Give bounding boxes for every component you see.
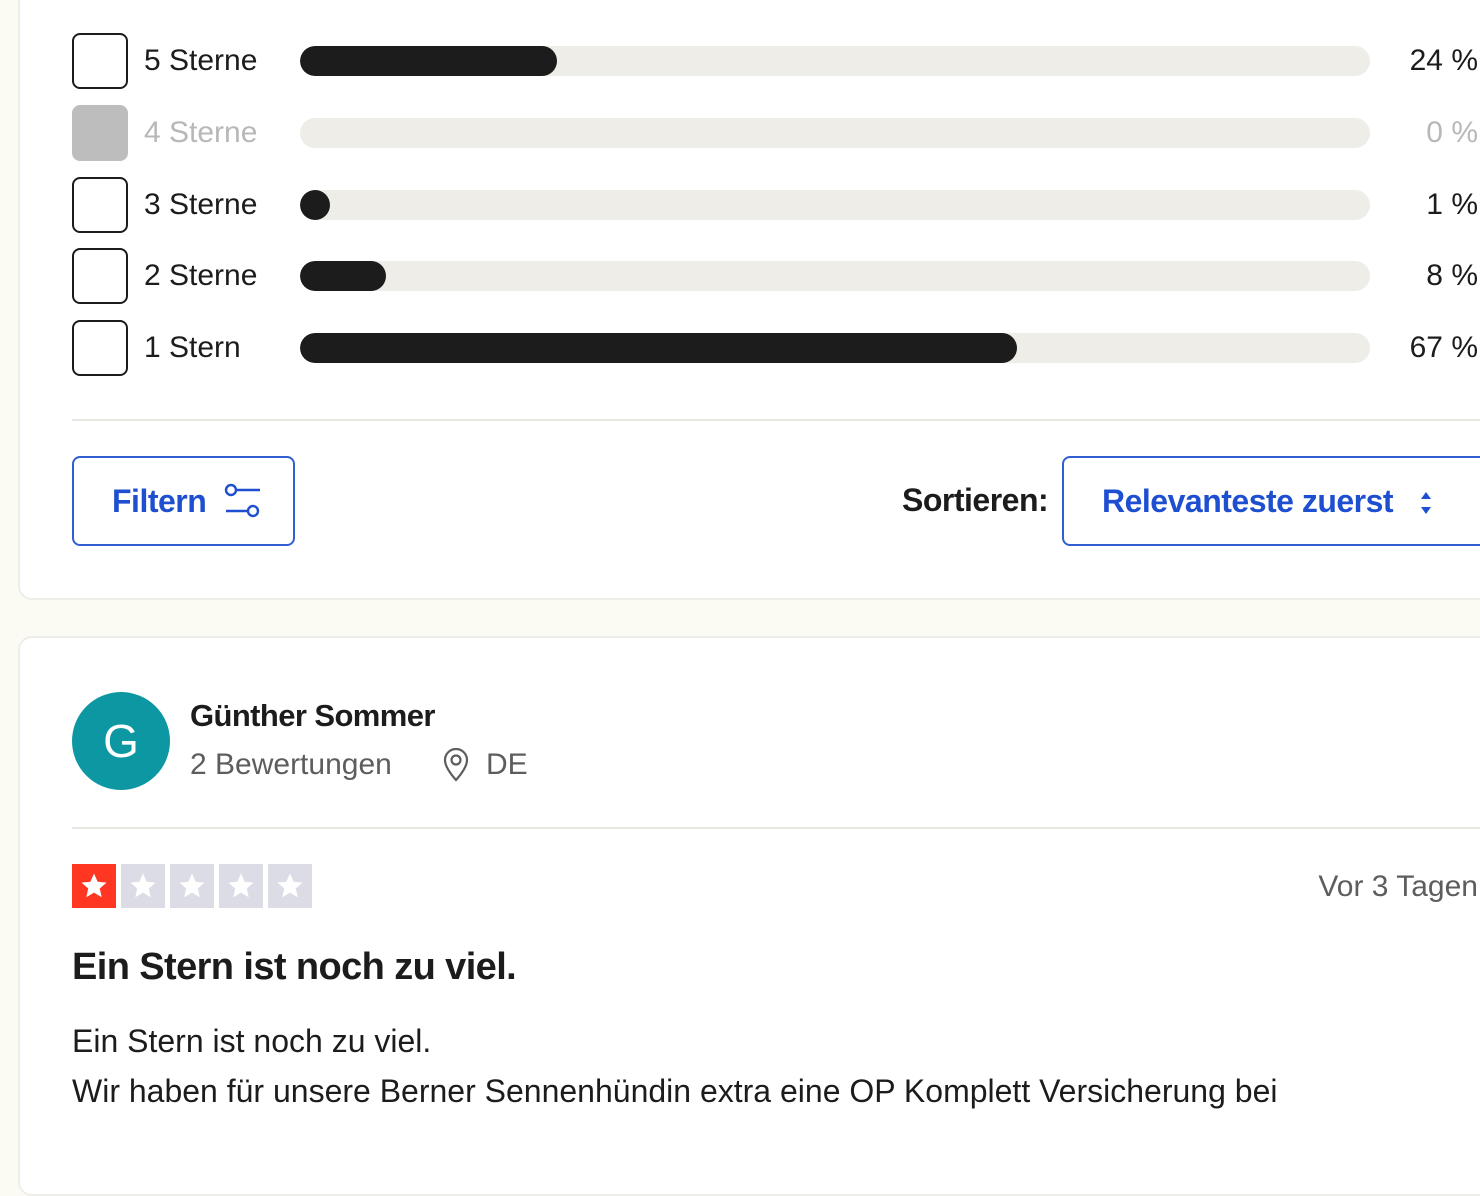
- review-body-line: Wir haben für unsere Berner Sennenhündin…: [72, 1073, 1278, 1109]
- rating-filter-row[interactable]: 5 Sterne 24 %: [72, 33, 1480, 89]
- rating-checkbox[interactable]: [72, 248, 128, 304]
- rating-label: 1 Stern: [144, 331, 241, 364]
- review-body-line: Ein Stern ist noch zu viel.: [72, 1023, 432, 1059]
- rating-filter-row[interactable]: 1 Stern 67 %: [72, 320, 1480, 376]
- rating-percent: 0 %: [1426, 116, 1478, 149]
- star-rating: [72, 864, 312, 908]
- summary-divider: [72, 419, 1480, 421]
- rating-label: 2 Sterne: [144, 259, 258, 292]
- filter-button[interactable]: Filtern: [72, 456, 295, 546]
- filter-button-label: Filtern: [112, 482, 207, 519]
- rating-label: 3 Sterne: [144, 188, 258, 221]
- review-date: Vor 3 Tagen: [1318, 870, 1478, 903]
- rating-bar-track: [300, 46, 1370, 76]
- rating-label: 5 Sterne: [144, 44, 258, 77]
- reviewer-location: DE: [486, 748, 528, 781]
- review-count: 2 Bewertungen: [190, 748, 392, 781]
- rating-percent: 1 %: [1426, 188, 1478, 221]
- rating-bar-track: [300, 261, 1370, 291]
- avatar[interactable]: G: [72, 692, 170, 790]
- rating-bar-track: [300, 190, 1370, 220]
- rating-filter-row: 4 Sterne 0 %: [72, 105, 1480, 161]
- sort-dropdown[interactable]: Relevanteste zuerst: [1062, 456, 1480, 546]
- rating-checkbox[interactable]: [72, 33, 128, 89]
- rating-bar-fill: [300, 190, 330, 220]
- star-icon: [219, 864, 263, 908]
- rating-bar-track: [300, 118, 1370, 148]
- rating-checkbox[interactable]: [72, 320, 128, 376]
- rating-bar-fill: [300, 46, 557, 76]
- sort-arrows-icon: [1421, 492, 1431, 514]
- star-icon: [72, 864, 116, 908]
- rating-checkbox: [72, 105, 128, 161]
- rating-percent: 24 %: [1409, 44, 1478, 77]
- star-icon: [170, 864, 214, 908]
- rating-filter-row[interactable]: 2 Sterne 8 %: [72, 248, 1480, 304]
- rating-percent: 8 %: [1426, 259, 1478, 292]
- sort-label: Sortieren:: [902, 482, 1049, 518]
- rating-label: 4 Sterne: [144, 116, 258, 149]
- filter-sliders-icon: [225, 483, 261, 518]
- rating-filter-row[interactable]: 3 Sterne 1 %: [72, 177, 1480, 233]
- review-title[interactable]: Ein Stern ist noch zu viel.: [72, 946, 517, 989]
- reviewer-name[interactable]: Günther Sommer: [190, 698, 435, 734]
- rating-percent: 67 %: [1409, 331, 1478, 364]
- rating-bar-fill: [300, 261, 386, 291]
- rating-checkbox[interactable]: [72, 177, 128, 233]
- rating-bar-fill: [300, 333, 1017, 363]
- star-icon: [121, 864, 165, 908]
- review-body: Ein Stern ist noch zu viel. Wir haben fü…: [72, 1016, 1472, 1116]
- rating-bar-track: [300, 333, 1370, 363]
- sort-dropdown-value: Relevanteste zuerst: [1102, 482, 1394, 519]
- review-header-divider: [72, 827, 1480, 829]
- location-pin-icon: [443, 748, 469, 782]
- star-icon: [268, 864, 312, 908]
